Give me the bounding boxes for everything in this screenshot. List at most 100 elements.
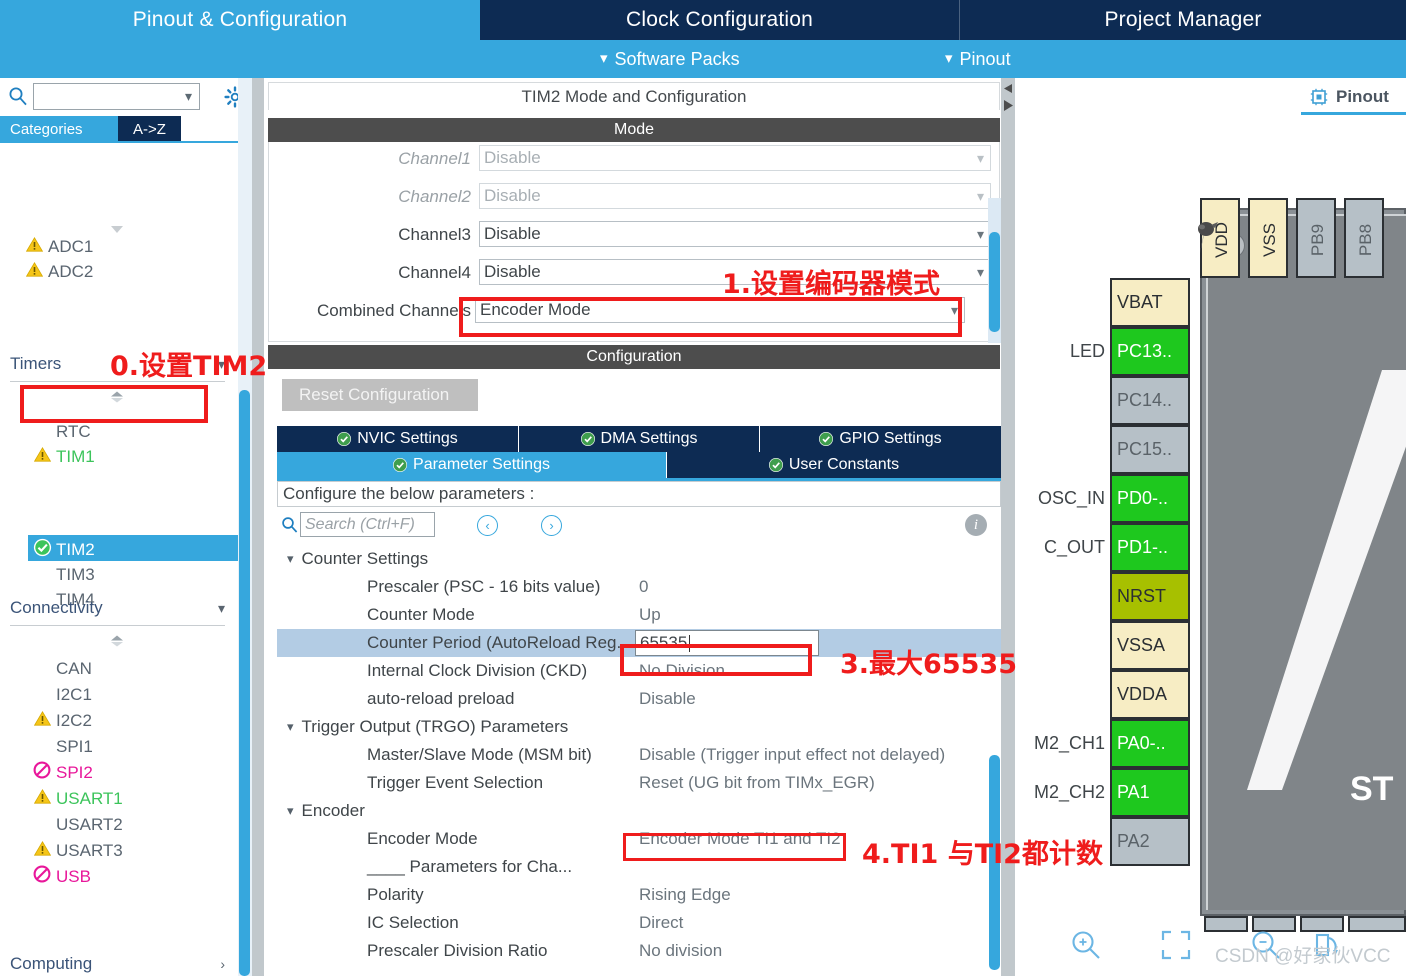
- pin-left-pc15[interactable]: PC15..: [1110, 425, 1190, 474]
- sidebar-item-adc2[interactable]: ADC2: [22, 259, 93, 284]
- param-group-counter-settings[interactable]: ▾ Counter Settings: [277, 545, 1001, 573]
- sidebar-item-tim1[interactable]: TIM1: [30, 444, 95, 469]
- config-tab-row-2: Parameter Settings User Constants: [277, 452, 1001, 478]
- pin-left-pc13[interactable]: PC13..: [1110, 327, 1190, 376]
- group-row: ▾ Encoder: [287, 797, 365, 825]
- table-row[interactable]: Prescaler (PSC - 16 bits value) 0: [277, 573, 1001, 601]
- sidebar-item-usart1[interactable]: USART1: [30, 786, 123, 811]
- tab-parameter-settings[interactable]: Parameter Settings: [277, 452, 667, 478]
- group-row: ▾ Counter Settings: [287, 545, 428, 573]
- pin-label: VSSA: [1117, 635, 1166, 655]
- scroll-more-down-icon[interactable]: [108, 222, 126, 236]
- pin-left-vssa[interactable]: VSSA: [1110, 621, 1190, 670]
- table-row[interactable]: Prescaler Division Ratio No division: [277, 937, 1001, 965]
- sidebar-item-label: USB: [56, 866, 91, 886]
- pin-left-pd1[interactable]: PD1-..: [1110, 523, 1190, 572]
- section-header-computing[interactable]: Computing ›: [10, 949, 225, 976]
- table-row[interactable]: Polarity Rising Edge: [277, 881, 1001, 909]
- sidebar-item-usart2[interactable]: USART2: [30, 812, 123, 837]
- info-icon[interactable]: i: [965, 514, 987, 536]
- pin-left-pa2[interactable]: PA2: [1110, 817, 1190, 866]
- sidebar-item-label: ADC2: [48, 261, 94, 281]
- check-circle-icon: [768, 458, 783, 472]
- param-name: Encoder Mode: [367, 829, 478, 848]
- pin-left-pa1[interactable]: PA1: [1110, 768, 1190, 817]
- fit-screen-icon[interactable]: [1159, 928, 1193, 962]
- sidebar-item-spi2[interactable]: SPI2: [30, 760, 93, 785]
- param-value: 0: [639, 577, 649, 596]
- param-group-trgo[interactable]: ▾ Trigger Output (TRGO) Parameters: [277, 713, 1001, 741]
- sidebar-item-spi1[interactable]: SPI1: [30, 734, 93, 759]
- pin-left-nrst[interactable]: NRST: [1110, 572, 1190, 621]
- pinout-menu[interactable]: ▾ Pinout: [945, 40, 1011, 78]
- tab-categories[interactable]: Categories: [0, 116, 118, 142]
- chevron-down-icon[interactable]: ▾: [185, 88, 192, 105]
- warning-icon: [22, 236, 46, 257]
- sidebar-item-usb[interactable]: USB: [30, 864, 91, 889]
- tab-a-to-z[interactable]: A->Z: [118, 116, 181, 142]
- pin-top-pb8[interactable]: PB8: [1344, 198, 1384, 278]
- section-header-connectivity[interactable]: Connectivity ▾: [10, 593, 225, 623]
- pinout-tab-label: Pinout: [1336, 87, 1389, 106]
- pinout-view-tab[interactable]: Pinout: [1310, 82, 1389, 112]
- previous-match-button[interactable]: ‹: [477, 515, 498, 536]
- left-panel-scrollbar-thumb[interactable]: [239, 390, 250, 976]
- sidebar-item-adc1[interactable]: ADC1: [22, 234, 93, 259]
- table-row[interactable]: Counter Mode Up: [277, 601, 1001, 629]
- pin-left-pd0[interactable]: PD0-..: [1110, 474, 1190, 523]
- pin-top-vss[interactable]: VSS: [1248, 198, 1288, 278]
- zoom-in-icon[interactable]: [1069, 928, 1103, 962]
- param-name: Internal Clock Division (CKD): [367, 661, 588, 680]
- sidebar-item-usart3[interactable]: USART3: [30, 838, 123, 863]
- tab-gpio-settings[interactable]: GPIO Settings: [760, 426, 1001, 452]
- pin-top-pb9[interactable]: PB9: [1296, 198, 1336, 278]
- next-match-button[interactable]: ›: [541, 515, 562, 536]
- tab-user-constants[interactable]: User Constants: [667, 452, 1001, 478]
- tab-pinout-configuration[interactable]: Pinout & Configuration: [0, 0, 480, 40]
- sidebar-item-tim2[interactable]: TIM2: [30, 537, 95, 562]
- pin-label: NRST: [1117, 586, 1166, 606]
- mode-scrollbar-thumb[interactable]: [989, 232, 1000, 332]
- annotation-3: 3.最大65535: [840, 649, 1017, 680]
- pin-left-vdda[interactable]: VDDA: [1110, 670, 1190, 719]
- chevron-down-icon[interactable]: ▾: [287, 719, 294, 735]
- param-group-encoder[interactable]: ▾ Encoder: [277, 797, 1001, 825]
- pin-left-vbat[interactable]: VBAT: [1110, 278, 1190, 327]
- channel1-combo[interactable]: Disable ▾: [479, 145, 991, 171]
- reset-configuration-button[interactable]: Reset Configuration: [282, 379, 478, 411]
- tab-clock-configuration[interactable]: Clock Configuration: [480, 0, 960, 40]
- sidebar-item-can[interactable]: CAN: [30, 656, 92, 681]
- chip-package[interactable]: ST: [1200, 208, 1406, 916]
- chevron-down-icon[interactable]: ▾: [287, 803, 294, 819]
- scroll-more-up-icon[interactable]: [108, 634, 126, 648]
- sidebar-item-label: TIM3: [56, 564, 95, 584]
- table-row[interactable]: Master/Slave Mode (MSM bit) Disable (Tri…: [277, 741, 1001, 769]
- pin-left-pa0[interactable]: PA0-..: [1110, 719, 1190, 768]
- software-packs-menu[interactable]: ▾ Software Packs: [600, 40, 740, 78]
- peripheral-search-input[interactable]: ▾: [33, 83, 200, 110]
- sidebar-item-tim3[interactable]: TIM3: [30, 562, 95, 587]
- expand-right-icon[interactable]: [1004, 98, 1013, 116]
- table-row[interactable]: Trigger Event Selection Reset (UG bit fr…: [277, 769, 1001, 797]
- categories-panel: ▾ Categories A->Z ADC1 ADC2 Timers ▾ RTC…: [0, 78, 246, 976]
- channel3-combo[interactable]: Disable ▾: [479, 221, 991, 247]
- mode-row-label: Combined Channels: [316, 300, 471, 320]
- tab-project-manager[interactable]: Project Manager: [960, 0, 1406, 40]
- tab-nvic-settings[interactable]: NVIC Settings: [277, 426, 519, 452]
- pin-label: VBAT: [1117, 292, 1163, 312]
- left-panel-splitter[interactable]: [252, 78, 264, 976]
- parameter-search-input[interactable]: Search (Ctrl+F): [300, 512, 435, 537]
- table-row[interactable]: IC Selection Direct: [277, 909, 1001, 937]
- table-row[interactable]: auto-reload preload Disable: [277, 685, 1001, 713]
- channel4-value: Disable: [484, 262, 541, 281]
- tab-dma-settings[interactable]: DMA Settings: [519, 426, 760, 452]
- mode-row-label: Channel4: [398, 262, 471, 282]
- chevron-down-icon: ▾: [976, 264, 984, 280]
- channel2-combo[interactable]: Disable ▾: [479, 183, 991, 209]
- sidebar-item-i2c1[interactable]: I2C1: [30, 682, 92, 707]
- collapse-up-icon[interactable]: [1004, 80, 1013, 98]
- chevron-down-icon: ▾: [945, 49, 953, 67]
- sidebar-item-i2c2[interactable]: I2C2: [30, 708, 92, 733]
- pin-left-pc14[interactable]: PC14..: [1110, 376, 1190, 425]
- chevron-down-icon[interactable]: ▾: [287, 551, 294, 567]
